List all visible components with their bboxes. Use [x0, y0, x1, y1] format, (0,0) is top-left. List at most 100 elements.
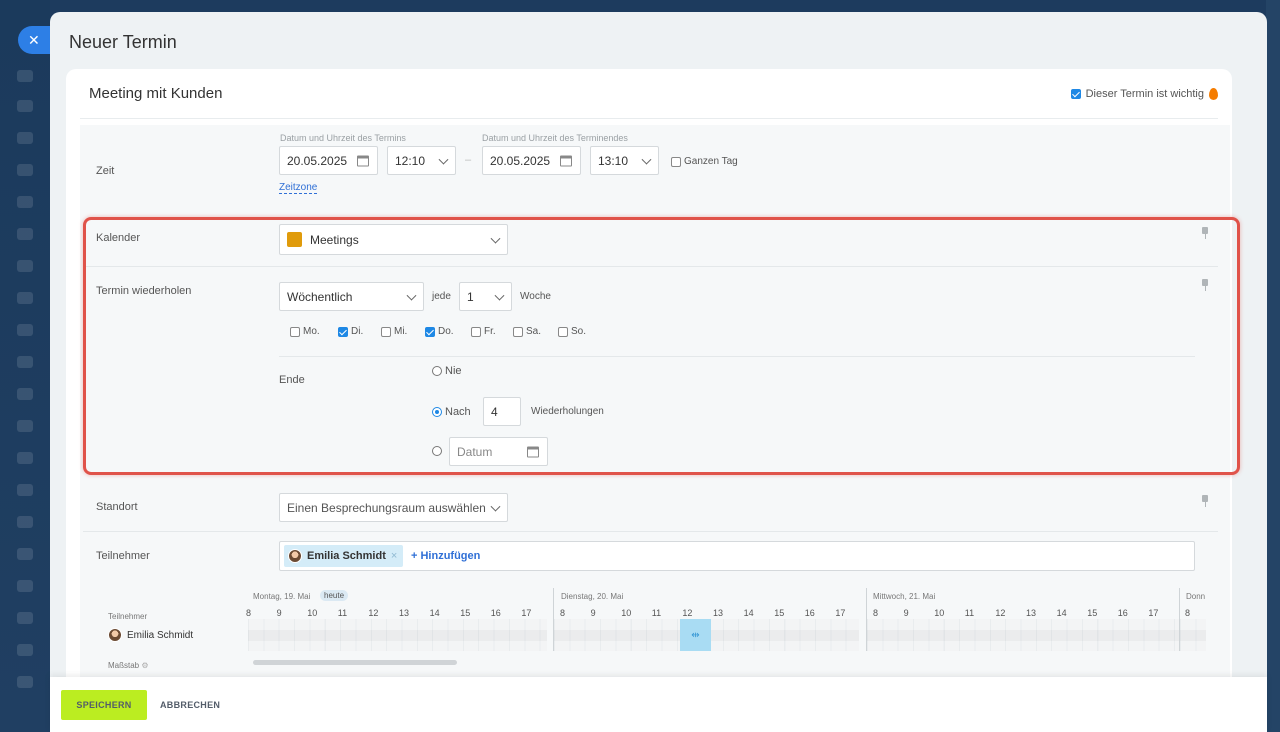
day-di[interactable]: Di. [338, 326, 363, 337]
repeat-frequency-select[interactable]: Wöchentlich [279, 282, 424, 311]
calendar-label: Kalender [96, 232, 141, 244]
hour-label: 14 [743, 608, 754, 618]
scale-label[interactable]: Maßstab ⚙ [108, 661, 149, 670]
start-time-value: 12:10 [395, 153, 426, 168]
selected-time-block[interactable]: ⇹ [680, 619, 711, 651]
participant-tag: Emilia Schmidt × [284, 545, 404, 567]
hour-label: 9 [590, 608, 596, 618]
cancel-button[interactable]: ABBRECHEN [160, 690, 220, 720]
day-label: Do. [438, 326, 454, 337]
unit-label: Woche [520, 291, 551, 302]
day-label: Mo. [303, 326, 320, 337]
timeline-row-wednesday[interactable] [867, 619, 1179, 651]
footer-bar: SPEICHERN ABBRECHEN [50, 677, 1267, 732]
calendar-icon[interactable] [357, 155, 369, 166]
avatar [288, 549, 302, 563]
remove-participant-icon[interactable]: × [391, 550, 397, 562]
repeat-frequency-value: Wöchentlich [287, 289, 353, 304]
hour-label: 8 [246, 608, 252, 618]
day-mo[interactable]: Mo. [290, 326, 320, 337]
day-checkbox[interactable] [471, 326, 481, 337]
day-header-monday: Montag, 19. Mai [253, 592, 311, 601]
day-do[interactable]: Do. [425, 326, 454, 337]
important-toggle[interactable]: Dieser Termin ist wichtig [1070, 88, 1218, 100]
end-never-radio[interactable] [432, 366, 442, 376]
location-select[interactable]: Einen Besprechungsraum auswählen [279, 493, 508, 522]
day-checkbox[interactable] [558, 326, 568, 337]
start-time-select[interactable]: 12:10 [387, 146, 456, 175]
calendar-icon[interactable] [560, 155, 572, 166]
divider [83, 531, 1218, 532]
gear-icon: ⚙ [141, 661, 149, 670]
day-checkbox[interactable] [338, 326, 348, 337]
day-checkbox[interactable] [381, 326, 391, 337]
hour-label: 11 [964, 608, 975, 618]
divider [80, 118, 1218, 119]
chevron-down-icon [641, 154, 652, 165]
all-day-checkbox[interactable] [671, 156, 681, 167]
day-header-tuesday: Dienstag, 20. Mai [561, 592, 624, 601]
save-button[interactable]: SPEICHERN [61, 690, 147, 720]
repeat-end-date-placeholder: Datum [457, 444, 493, 459]
chevron-down-icon [490, 233, 501, 244]
repetition-count-input[interactable]: 4 [483, 397, 521, 426]
day-mi[interactable]: Mi. [381, 326, 407, 337]
end-date-field[interactable]: 20.05.2025 [482, 146, 581, 175]
form-area [80, 125, 1230, 689]
start-date-value: 20.05.2025 [287, 153, 348, 168]
event-name-input[interactable]: Meeting mit Kunden [89, 85, 222, 102]
end-date-option[interactable] [432, 446, 442, 456]
repeat-end-date-field[interactable]: Datum [449, 437, 548, 466]
hour-label: 13 [1026, 608, 1037, 618]
day-checkbox[interactable] [513, 326, 523, 337]
important-checkbox[interactable] [1070, 89, 1081, 99]
pin-icon[interactable] [1202, 495, 1208, 507]
hour-label: 16 [804, 608, 815, 618]
hour-label: 9 [276, 608, 282, 618]
day-so[interactable]: So. [558, 326, 586, 337]
hour-label: 16 [490, 608, 501, 618]
calendar-color-swatch [287, 232, 302, 247]
calendar-icon[interactable] [527, 446, 539, 457]
hour-label: 11 [337, 608, 348, 618]
start-caption: Datum und Uhrzeit des Termins [280, 133, 406, 143]
all-day-toggle[interactable]: Ganzen Tag [671, 156, 738, 167]
hour-label: 10 [934, 608, 945, 618]
pin-icon[interactable] [1202, 227, 1208, 239]
hour-label: 9 [903, 608, 909, 618]
drag-handle-icon[interactable]: ⇹ [691, 630, 699, 641]
day-fr[interactable]: Fr. [471, 326, 496, 337]
timeline-scrollbar[interactable] [253, 660, 457, 665]
day-checkbox[interactable] [290, 326, 300, 337]
planner-participants-caption: Teilnehmer [108, 612, 148, 621]
hour-label: 14 [1056, 608, 1067, 618]
day-label: Mi. [394, 326, 408, 337]
repeat-interval-select[interactable]: 1 [459, 282, 512, 311]
calendar-select[interactable]: Meetings [279, 224, 508, 255]
pin-icon[interactable] [1202, 279, 1208, 291]
timeline-row-thursday[interactable] [1180, 619, 1206, 651]
end-never-option[interactable]: Nie [432, 365, 462, 377]
add-participant-link[interactable]: + Hinzufügen [411, 550, 480, 562]
hour-label: 8 [1185, 608, 1191, 618]
end-after-option[interactable]: Nach [432, 406, 471, 418]
flame-icon [1209, 88, 1218, 100]
every-label: jede [432, 291, 451, 302]
close-icon: ✕ [28, 31, 40, 48]
end-time-select[interactable]: 13:10 [590, 146, 659, 175]
range-dash: – [465, 154, 472, 166]
end-date-radio[interactable] [432, 446, 442, 456]
location-value: Einen Besprechungsraum auswählen [287, 500, 486, 515]
hour-label: 13 [713, 608, 724, 618]
planner-participant-name: Emilia Schmidt [127, 629, 194, 641]
timezone-link[interactable]: Zeitzone [279, 182, 318, 194]
day-checkbox[interactable] [425, 326, 435, 337]
start-date-field[interactable]: 20.05.2025 [279, 146, 378, 175]
repetitions-label: Wiederholungen [531, 406, 604, 417]
close-slider-button[interactable]: ✕ [18, 26, 54, 54]
end-after-radio[interactable] [432, 407, 442, 417]
day-header-wednesday: Mittwoch, 21. Mai [873, 592, 936, 601]
timeline-row-monday[interactable] [248, 619, 547, 651]
day-sa[interactable]: Sa. [513, 326, 541, 337]
hour-label: 8 [873, 608, 879, 618]
